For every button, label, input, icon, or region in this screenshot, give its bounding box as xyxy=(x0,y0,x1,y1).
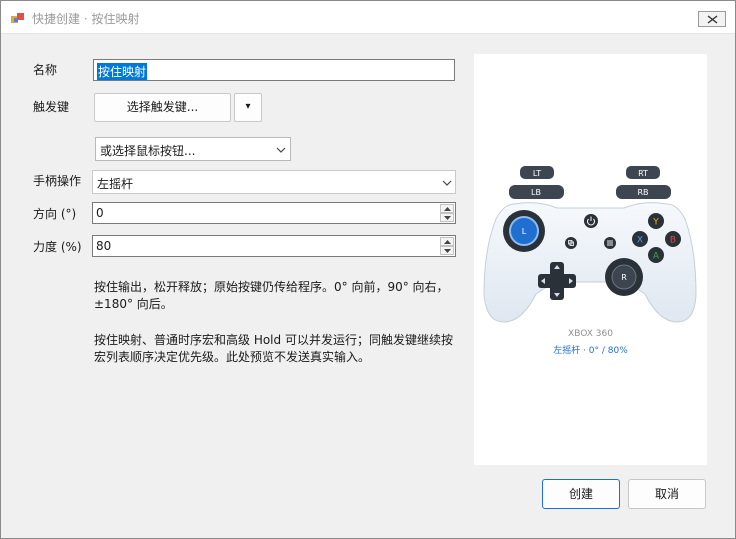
mouse-button-value: 或选择鼠标按钮... xyxy=(100,144,196,158)
svg-text:X: X xyxy=(637,236,643,246)
svg-text:RT: RT xyxy=(638,169,648,178)
chevron-down-icon: ▾ xyxy=(245,101,251,112)
b-button: B xyxy=(665,231,681,247)
svg-text:Y: Y xyxy=(652,218,659,228)
controller-preview: LT RT LB RB L Y X B A R XBOX 360 左摇杆 · 0… xyxy=(474,54,707,465)
select-trigger-button[interactable]: 选择触发键... xyxy=(94,93,231,122)
preview-status-label: 左摇杆 · 0° / 80% xyxy=(553,346,628,356)
window-title: 快捷创建 · 按住映射 xyxy=(32,12,140,26)
svg-text:A: A xyxy=(653,252,660,262)
close-icon xyxy=(707,15,718,24)
mouse-button-combo[interactable]: 或选择鼠标按钮... xyxy=(95,137,291,161)
gamepad-label: 手柄操作 xyxy=(33,174,82,188)
dialog-window: 快捷创建 · 按住映射 名称 按住映射 触发键 选择触发键... ▾ 或选择鼠标… xyxy=(0,0,736,539)
hold-description: 按住输出，松开释放；原始按键仍传给程序。0° 向前，90° 向右，±180° 向… xyxy=(94,280,449,311)
select-trigger-label: 选择触发键... xyxy=(126,100,199,114)
rt-trigger: RT xyxy=(626,166,660,179)
name-input[interactable]: 按住映射 xyxy=(93,59,455,81)
name-label: 名称 xyxy=(33,63,58,77)
chevron-down-icon xyxy=(276,147,286,153)
triangle-up-icon xyxy=(444,240,451,244)
back-button xyxy=(565,237,577,249)
direction-up-button[interactable] xyxy=(440,204,454,213)
y-button: Y xyxy=(648,213,664,229)
app-icon xyxy=(11,13,24,23)
svg-text:LT: LT xyxy=(533,169,541,178)
a-button: A xyxy=(648,247,664,263)
name-value: 按住映射 xyxy=(97,63,148,80)
force-value: 80 xyxy=(96,239,112,253)
controller-model-label: XBOX 360 xyxy=(568,329,613,339)
svg-text:LB: LB xyxy=(531,188,541,197)
triangle-up-icon xyxy=(444,207,451,211)
force-down-button[interactable] xyxy=(440,246,454,255)
right-stick: R xyxy=(605,258,643,296)
gamepad-action-combo[interactable]: 左摇杆 xyxy=(92,170,456,194)
direction-value: 0 xyxy=(96,206,104,220)
controller-illustration: LT RT LB RB L Y X B A R xyxy=(483,166,697,323)
lt-trigger: LT xyxy=(520,166,554,179)
trigger-dropdown-button[interactable]: ▾ xyxy=(234,93,262,122)
direction-input[interactable]: 0 xyxy=(92,202,456,224)
lb-bumper: LB xyxy=(509,185,564,199)
force-input[interactable]: 80 xyxy=(92,235,456,257)
left-stick: L xyxy=(503,210,545,252)
rb-bumper: RB xyxy=(616,185,671,199)
gamepad-action-value: 左摇杆 xyxy=(97,177,134,191)
direction-down-button[interactable] xyxy=(440,213,454,222)
trigger-label: 触发键 xyxy=(33,100,70,114)
force-up-button[interactable] xyxy=(440,237,454,246)
x-button: X xyxy=(632,231,648,247)
guide-button xyxy=(584,214,598,228)
triangle-down-icon xyxy=(444,216,451,220)
svg-text:L: L xyxy=(522,227,527,236)
triangle-down-icon xyxy=(444,249,451,253)
title-bar: 快捷创建 · 按住映射 xyxy=(1,1,735,34)
force-label: 力度 (%) xyxy=(33,240,82,254)
concurrency-description: 按住映射、普通时序宏和高级 Hold 可以并发运行；同触发键继续按宏列表顺序决定… xyxy=(94,333,453,364)
create-button[interactable]: 创建 xyxy=(542,479,620,509)
svg-text:B: B xyxy=(670,236,676,246)
start-button xyxy=(604,237,616,249)
chevron-down-icon xyxy=(442,180,452,186)
close-button[interactable] xyxy=(698,11,726,27)
svg-text:R: R xyxy=(621,273,627,282)
direction-label: 方向 (°) xyxy=(33,207,77,221)
cancel-button[interactable]: 取消 xyxy=(628,479,706,509)
svg-text:RB: RB xyxy=(637,188,648,197)
